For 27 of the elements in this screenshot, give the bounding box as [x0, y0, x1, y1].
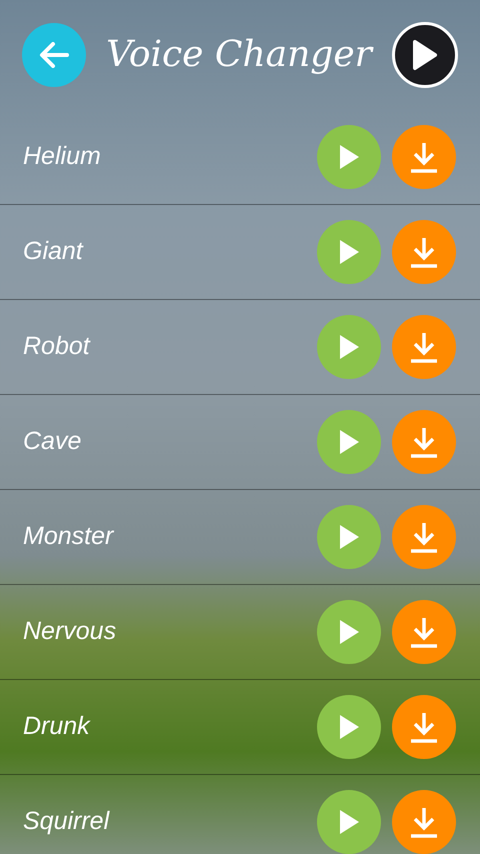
play-icon: [337, 428, 361, 456]
effect-name: Helium: [23, 141, 102, 172]
back-arrow-icon: [39, 42, 69, 68]
play-icon: [337, 523, 361, 551]
effect-name: Drunk: [23, 711, 92, 742]
effect-name: Cave: [23, 426, 82, 458]
play-icon: [337, 808, 361, 836]
download-icon: [409, 141, 439, 173]
effect-name: Nervous: [23, 616, 118, 648]
download-icon: [409, 806, 439, 838]
effect-name: Robot: [23, 331, 92, 362]
download-icon: [409, 711, 439, 743]
effect-name: Squirrel: [23, 806, 111, 838]
download-icon: [409, 426, 439, 458]
play-icon: [337, 333, 361, 361]
app-title: Voice Changer: [106, 33, 372, 77]
download-icon: [409, 331, 439, 363]
play-icon: [337, 143, 361, 171]
effect-name: Giant: [23, 236, 84, 268]
play-icon: [412, 39, 438, 71]
play-icon: [337, 713, 361, 741]
download-icon: [409, 236, 439, 268]
play-icon: [337, 238, 361, 266]
download-icon: [409, 616, 439, 648]
play-icon: [337, 618, 361, 646]
effect-name: Monster: [23, 521, 115, 552]
download-icon: [409, 521, 439, 553]
